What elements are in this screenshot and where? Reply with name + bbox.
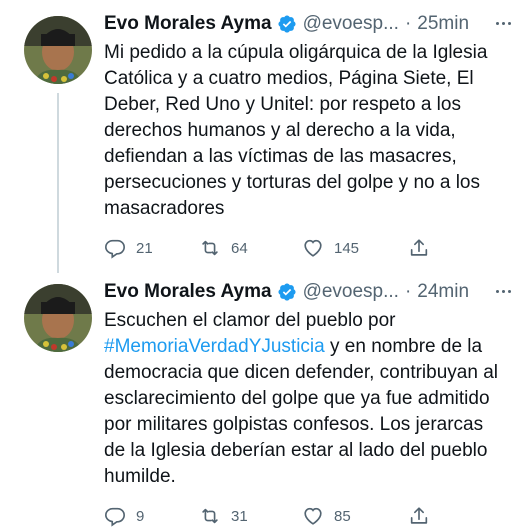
separator-dot: · [404, 281, 412, 302]
more-icon[interactable] [490, 12, 516, 34]
share-icon [410, 239, 428, 256]
tweet-actions: 9 31 85 [104, 504, 444, 528]
share-button[interactable] [408, 505, 430, 527]
like-count: 85 [334, 507, 351, 525]
author-handle[interactable]: @evoesp... [303, 13, 399, 35]
retweet-icon [202, 508, 218, 524]
like-button[interactable]: 85 [302, 505, 351, 527]
author-name[interactable]: Evo Morales Ayma [104, 13, 272, 35]
author-handle[interactable]: @evoesp... [303, 281, 399, 303]
retweet-icon [202, 240, 218, 256]
separator-dot: · [404, 13, 412, 34]
timestamp[interactable]: 25min [417, 13, 469, 35]
hashtag-link[interactable]: #MemoriaVerdadYJusticia [104, 336, 325, 357]
avatar[interactable] [24, 284, 92, 352]
retweet-count: 31 [231, 507, 248, 525]
tweet-actions: 21 64 145 [104, 236, 444, 260]
author-name[interactable]: Evo Morales Ayma [104, 281, 272, 303]
more-icon[interactable] [490, 280, 516, 302]
tweet-text: Mi pedido a la cúpula oligárquica de la … [104, 42, 488, 219]
reply-count: 9 [136, 507, 145, 525]
reply-icon [105, 507, 125, 527]
like-icon [304, 239, 322, 257]
tweet-header: Evo Morales Ayma @evoesp... · 24min [104, 278, 511, 306]
thread-connector-line [57, 93, 59, 273]
reply-button[interactable]: 21 [104, 237, 153, 259]
reply-button[interactable]: 9 [104, 505, 144, 527]
tweet-text: Escuchen el clamor del pueblo por #Memor… [104, 308, 509, 490]
avatar[interactable] [24, 16, 92, 84]
reply-icon [105, 239, 125, 259]
share-icon [410, 507, 428, 524]
retweet-button[interactable]: 64 [199, 237, 248, 259]
timestamp[interactable]: 24min [417, 281, 469, 303]
reply-count: 21 [136, 239, 153, 257]
like-count: 145 [334, 239, 360, 257]
retweet-button[interactable]: 31 [199, 505, 248, 527]
retweet-count: 64 [231, 239, 248, 257]
tweet-header: Evo Morales Ayma @evoesp... · 25min [104, 10, 511, 38]
like-button[interactable]: 145 [302, 237, 359, 259]
verified-badge-icon [277, 14, 297, 34]
verified-badge-icon [277, 282, 297, 302]
share-button[interactable] [408, 237, 430, 259]
tweet-text-part: Escuchen el clamor del pueblo por [104, 310, 396, 331]
like-icon [304, 507, 322, 525]
tweet-text-part: y en nombre de la democracia que dicen d… [104, 336, 498, 487]
